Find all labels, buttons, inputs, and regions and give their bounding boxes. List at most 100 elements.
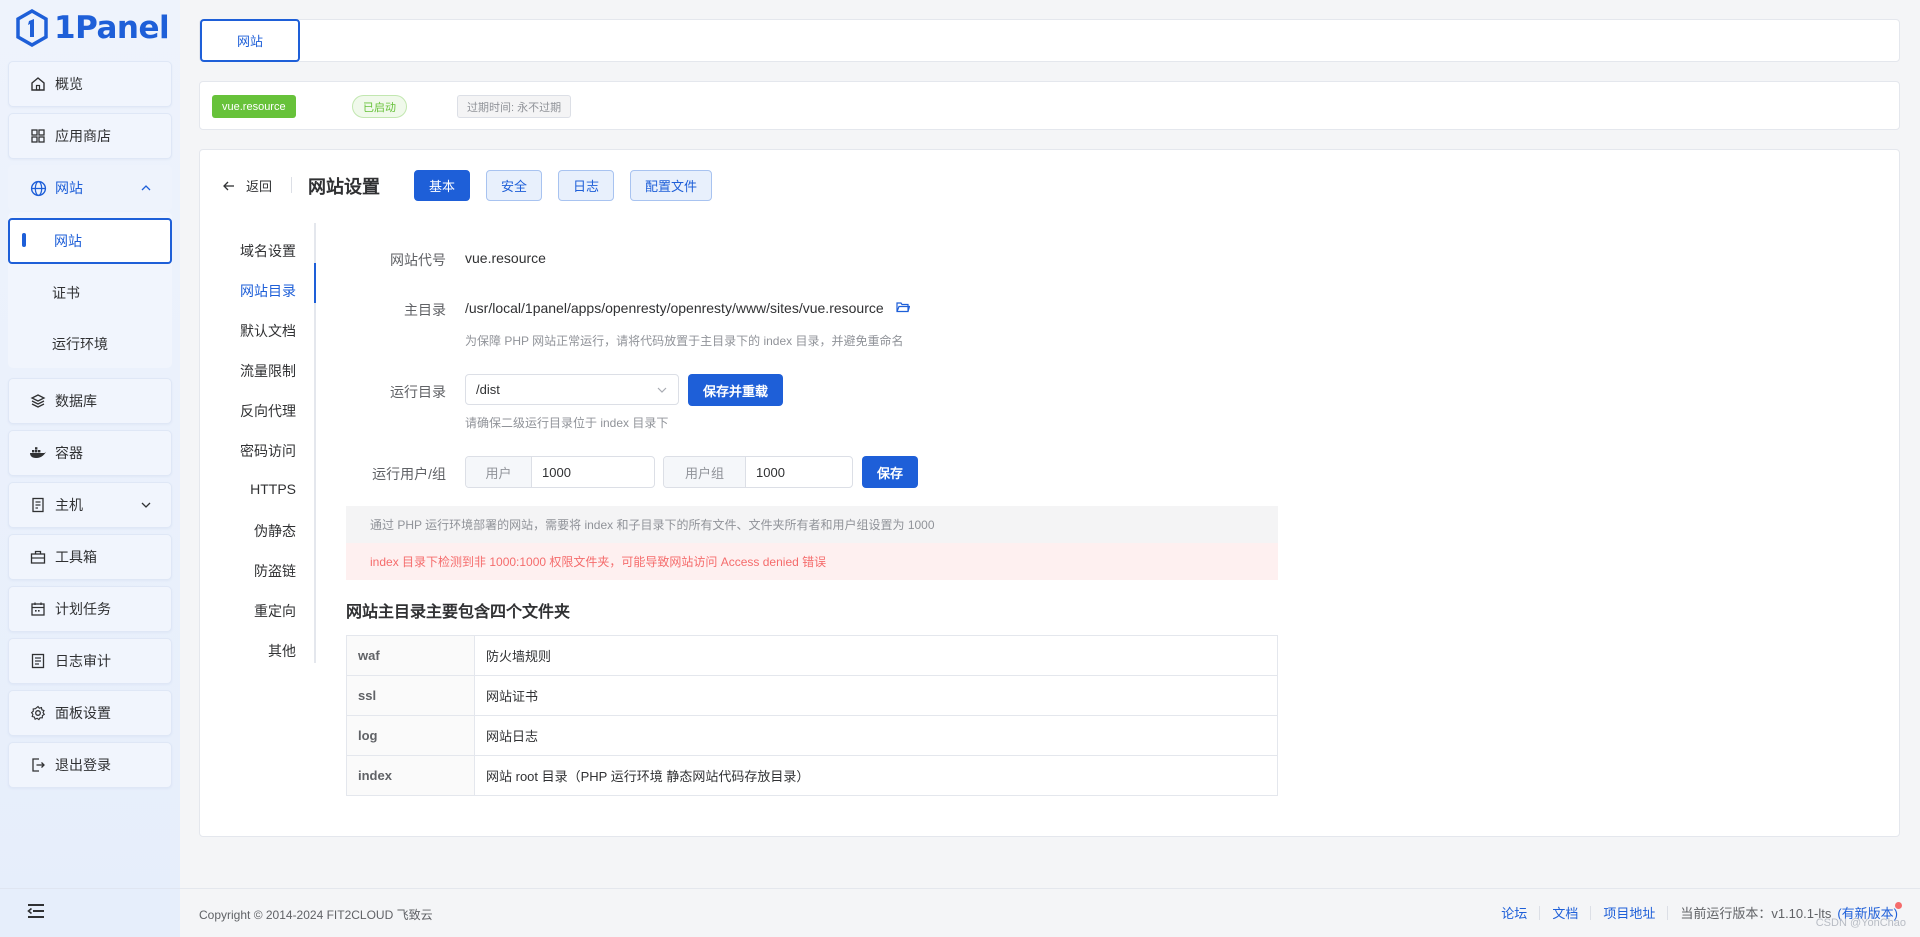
sidebar-item-label: 网站 (55, 180, 83, 196)
submenu-item-label: 网站 (54, 233, 82, 249)
user-prefix: 用户 (466, 457, 532, 487)
sidebar-item-log-audit[interactable]: 日志审计 (8, 638, 172, 684)
menu-hotlink[interactable]: 防盗链 (254, 561, 296, 581)
menu-other[interactable]: 其他 (268, 641, 296, 661)
sidebar-item-database[interactable]: 数据库 (8, 378, 172, 424)
menu-collapse-icon[interactable] (26, 902, 50, 922)
gear-icon (29, 704, 47, 722)
folder-open-icon[interactable] (896, 300, 911, 314)
table-row: waf 防火墙规则 (346, 635, 1278, 676)
error-alert: index 目录下检测到非 1000:1000 权限文件夹，可能导致网站访问 A… (346, 543, 1278, 580)
run-dir-select[interactable]: /dist (465, 374, 679, 405)
submenu-item-runtime[interactable]: 运行环境 (8, 322, 172, 366)
page-title: 网站设置 (308, 177, 380, 197)
folder-name: waf (346, 635, 475, 676)
page-footer: Copyright © 2014-2024 FIT2CLOUD 飞致云 论坛 文… (180, 888, 1920, 937)
folder-section-title: 网站主目录主要包含四个文件夹 (346, 604, 571, 621)
menu-password-access[interactable]: 密码访问 (240, 441, 296, 461)
menu-default-doc[interactable]: 默认文档 (240, 321, 296, 341)
submenu-item-website[interactable]: 网站 (8, 218, 172, 264)
menu-redirect[interactable]: 重定向 (254, 601, 296, 621)
tab-log[interactable]: 日志 (558, 170, 615, 201)
project-link[interactable]: 项目地址 (1603, 903, 1655, 922)
sidebar-item-toolbox[interactable]: 工具箱 (8, 534, 172, 580)
run-dir-selected: /dist (476, 382, 500, 397)
update-dot (1895, 902, 1902, 909)
globe-icon (29, 179, 47, 197)
tab-security[interactable]: 安全 (486, 170, 543, 201)
grid-icon (29, 127, 47, 145)
back-label: 返回 (246, 179, 273, 194)
menu-rewrite[interactable]: 伪静态 (254, 521, 296, 541)
logout-icon (29, 756, 47, 774)
sidebar-item-cron[interactable]: 计划任务 (8, 586, 172, 632)
user-input[interactable]: 1000 (532, 457, 654, 487)
sidebar-item-appstore[interactable]: 应用商店 (8, 113, 172, 159)
back-button[interactable]: 返回 (222, 176, 272, 195)
sidebar-item-label: 日志审计 (55, 653, 111, 669)
website-submenu: 网站 证书 运行环境 (8, 212, 172, 368)
sidebar-item-label: 主机 (55, 497, 83, 513)
toolbox-icon (29, 548, 47, 566)
home-icon (29, 75, 47, 93)
save-button[interactable]: 保存 (862, 456, 919, 488)
layers-icon (29, 392, 47, 410)
sidebar-item-label: 工具箱 (55, 549, 97, 565)
app-name: 1Panel (54, 10, 170, 46)
sidebar-item-label: 数据库 (55, 393, 97, 409)
active-indicator (22, 233, 26, 247)
sidebar-item-label: 计划任务 (55, 601, 111, 617)
menu-rate-limit[interactable]: 流量限制 (240, 361, 296, 381)
group-input[interactable]: 1000 (746, 457, 852, 487)
docs-link[interactable]: 文档 (1552, 903, 1578, 922)
tab-website[interactable]: 网站 (200, 19, 300, 62)
group-prefix: 用户组 (664, 457, 746, 487)
title-divider (291, 177, 292, 193)
tab-basic[interactable]: 基本 (414, 170, 471, 201)
folder-desc: 网站证书 (474, 675, 1278, 716)
submenu-item-certificate[interactable]: 证书 (8, 271, 172, 315)
link-divider (1667, 905, 1669, 920)
sidebar-item-label: 退出登录 (55, 757, 111, 773)
sidebar-item-website[interactable]: 网站 (8, 165, 172, 211)
submenu-item-label: 证书 (52, 285, 80, 301)
tab-config-file[interactable]: 配置文件 (630, 170, 713, 201)
logo-icon (14, 8, 50, 48)
website-settings-card: 返回 网站设置 基本 安全 日志 配置文件 域名设置 网站目录 默认文档 流量限… (199, 149, 1900, 837)
chevron-up-icon (139, 181, 153, 195)
menu-reverse-proxy[interactable]: 反向代理 (240, 401, 296, 421)
sidebar-item-host[interactable]: 主机 (8, 482, 172, 528)
menu-https[interactable]: HTTPS (250, 481, 296, 497)
link-divider (1539, 905, 1541, 920)
submenu-item-label: 运行环境 (52, 336, 108, 352)
page-tabs-bar: 网站 (199, 19, 1900, 62)
menu-site-dir[interactable]: 网站目录 (240, 281, 296, 301)
arrow-left-icon (222, 179, 236, 193)
folder-name: log (346, 715, 475, 756)
menu-active-indicator (314, 263, 316, 303)
sidebar-item-settings[interactable]: 面板设置 (8, 690, 172, 736)
calendar-icon (29, 600, 47, 618)
folder-desc: 网站日志 (474, 715, 1278, 756)
root-dir-label: 主目录 (404, 302, 446, 318)
save-reload-button[interactable]: 保存并重载 (688, 374, 784, 406)
status-badge: 已启动 (352, 95, 407, 118)
forum-link[interactable]: 论坛 (1501, 903, 1527, 922)
folder-name: ssl (346, 675, 475, 716)
sidebar-item-logout[interactable]: 退出登录 (8, 742, 172, 788)
sidebar-item-overview[interactable]: 概览 (8, 61, 172, 107)
chevron-down-icon (656, 384, 668, 396)
sidebar-item-label: 概览 (55, 76, 83, 92)
chevron-down-icon (139, 498, 153, 512)
folder-name: index (346, 755, 475, 796)
app-logo[interactable]: 1Panel (14, 6, 170, 50)
table-row: log 网站日志 (346, 715, 1278, 756)
root-dir-hint: 为保障 PHP 网站正常运行，请将代码放置于主目录下的 index 目录，并避免… (465, 334, 904, 348)
menu-domain[interactable]: 域名设置 (240, 241, 296, 261)
sidebar-item-label: 应用商店 (55, 128, 111, 144)
user-input-group: 用户 1000 (465, 456, 655, 488)
folder-desc: 防火墙规则 (474, 635, 1278, 676)
site-code-label: 网站代号 (390, 252, 446, 268)
sidebar-item-container[interactable]: 容器 (8, 430, 172, 476)
log-icon (29, 652, 47, 670)
